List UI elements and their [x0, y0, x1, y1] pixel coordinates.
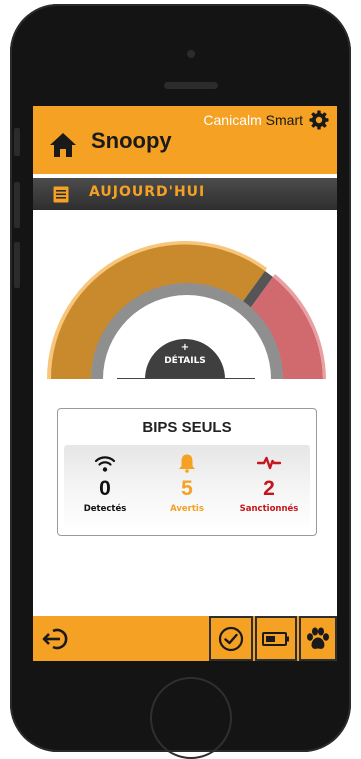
- stat-value: 0: [99, 477, 111, 500]
- logout-icon[interactable]: [41, 626, 71, 652]
- bips-card: BIPS SEULS 0 Detectés 5 Avertis 2 Sancti…: [57, 408, 317, 536]
- stat-label: Detectés: [83, 504, 127, 514]
- day-label: AUJOURD'HUI: [89, 184, 206, 200]
- pet-profile-button[interactable]: [299, 616, 337, 661]
- app-header: Snoopy Canicalm Smart: [33, 106, 337, 174]
- brand-suffix: Smart: [261, 112, 303, 128]
- stat-warned: 5 Avertis: [146, 445, 228, 531]
- stat-sanctioned: 2 Sanctionnés: [228, 445, 310, 531]
- check-circle-icon: [218, 626, 244, 651]
- stat-value: 2: [263, 477, 275, 500]
- pet-name: Snoopy: [91, 128, 172, 153]
- mute-switch: [14, 128, 20, 156]
- house-icon[interactable]: [49, 132, 77, 158]
- brand-name: Canicalm: [203, 112, 262, 128]
- wifi-icon: [94, 456, 116, 472]
- stat-value: 5: [181, 477, 193, 500]
- bell-icon: [179, 454, 195, 473]
- front-camera: [187, 50, 195, 58]
- earpiece-speaker: [164, 82, 218, 89]
- bottom-toolbar: [33, 616, 337, 661]
- paw-icon: [307, 627, 329, 649]
- stat-label: Avertis: [170, 504, 204, 514]
- details-plus[interactable]: +: [143, 342, 227, 353]
- battery-icon: [262, 631, 289, 646]
- card-title: BIPS SEULS: [142, 419, 232, 436]
- app-screen: Snoopy Canicalm Smart AUJOURD'HUI + DÉTA…: [33, 106, 337, 661]
- stat-detected: 0 Detectés: [64, 445, 146, 531]
- day-selector[interactable]: AUJOURD'HUI: [33, 178, 337, 210]
- volume-up-button: [14, 182, 20, 228]
- home-button[interactable]: [150, 677, 232, 759]
- stat-label: Sanctionnés: [239, 504, 299, 514]
- battery-button[interactable]: [255, 616, 297, 661]
- details-button[interactable]: DÉTAILS: [143, 356, 227, 366]
- validate-button[interactable]: [209, 616, 253, 661]
- brand-logo: Canicalm Smart: [203, 112, 303, 128]
- gear-icon[interactable]: [309, 110, 329, 130]
- calendar-icon: [53, 186, 69, 203]
- card-stats: 0 Detectés 5 Avertis 2 Sanctionnés: [64, 445, 310, 531]
- volume-down-button: [14, 242, 20, 288]
- pulse-icon: [257, 456, 281, 470]
